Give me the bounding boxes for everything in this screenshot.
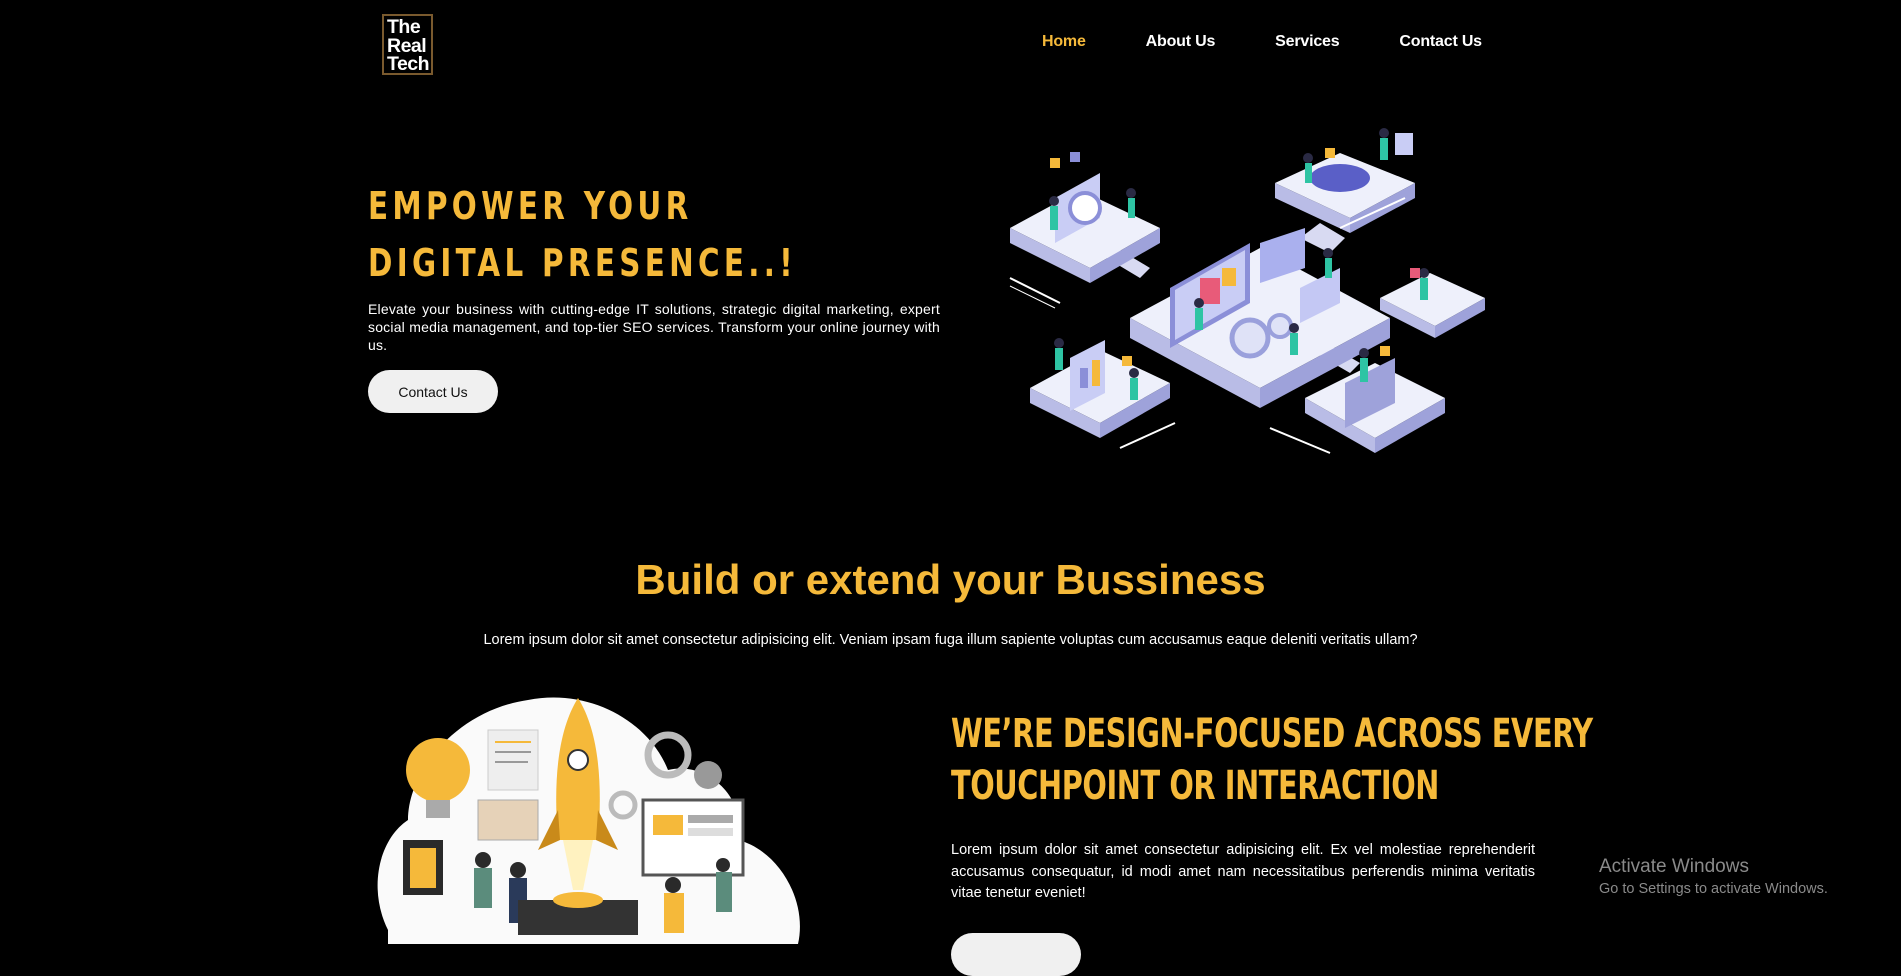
section-subtitle: Lorem ipsum dolor sit amet consectetur a… — [483, 632, 1418, 648]
section-title: Build or extend your Bussiness — [635, 556, 1266, 603]
design-action-button[interactable] — [951, 933, 1081, 976]
isometric-it-platform-illustration — [1009, 128, 1485, 454]
activate-windows-watermark: Activate Windows Go to Settings to activ… — [1599, 856, 1828, 897]
nav-about-us[interactable]: About Us — [1146, 33, 1216, 57]
hero-description: Elevate your business with cutting-edge … — [368, 301, 940, 353]
design-title-line-2: TOUCHPOINT OR INTERACTION — [951, 763, 1439, 809]
design-title: WE’RE DESIGN-FOCUSED ACROSS EVERY TOUCHP… — [951, 708, 1593, 812]
logo-line-3: Tech — [387, 53, 430, 75]
rocket-launch-team-illustration — [377, 697, 800, 944]
design-title-line-1: WE’RE DESIGN-FOCUSED ACROSS EVERY — [951, 711, 1593, 757]
hero-title: EMPOWER YOUR DIGITAL PRESENCE..! — [368, 184, 797, 285]
watermark-title: Activate Windows — [1599, 856, 1749, 877]
hero-contact-button[interactable]: Contact Us — [368, 370, 498, 413]
main-nav: Home About Us Services Contact Us — [1042, 33, 1542, 57]
nav-services[interactable]: Services — [1275, 33, 1339, 57]
logo-line-1: The — [387, 16, 421, 38]
nav-home[interactable]: Home — [1042, 33, 1086, 57]
design-description: Lorem ipsum dolor sit amet consectetur a… — [951, 842, 1535, 901]
watermark-subtitle: Go to Settings to activate Windows. — [1599, 881, 1828, 897]
site-logo[interactable]: The Real Tech — [382, 14, 433, 75]
nav-contact-us[interactable]: Contact Us — [1399, 33, 1482, 57]
